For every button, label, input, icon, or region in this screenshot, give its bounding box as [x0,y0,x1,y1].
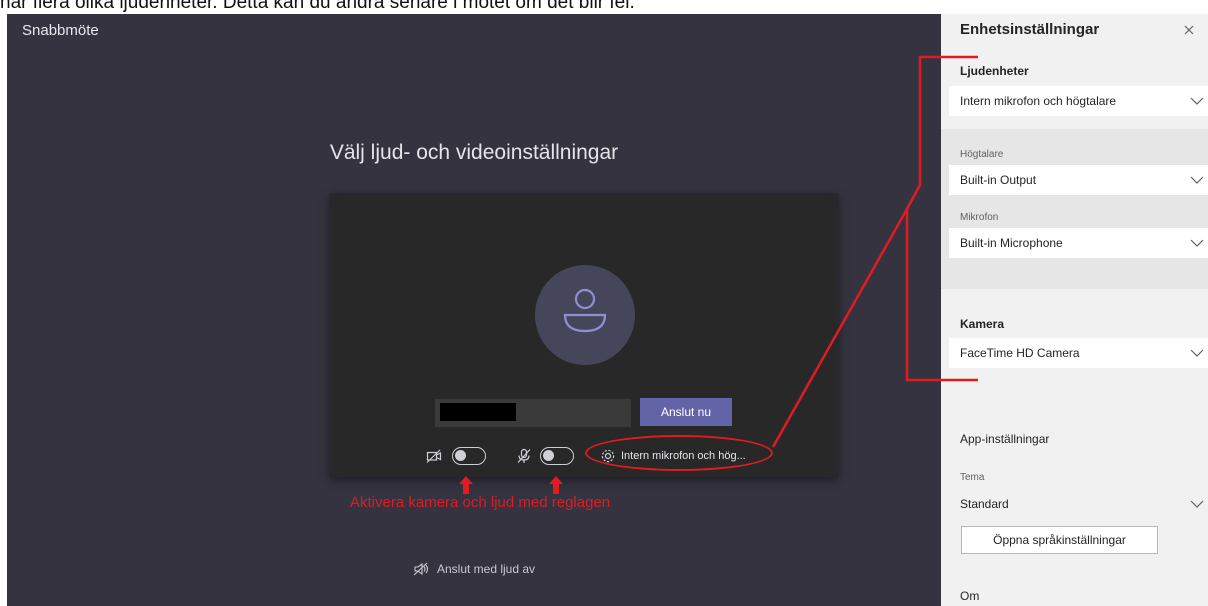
annotation-lines [771,55,978,448]
bracket-annotation [905,55,978,382]
pointer-line [771,208,909,448]
